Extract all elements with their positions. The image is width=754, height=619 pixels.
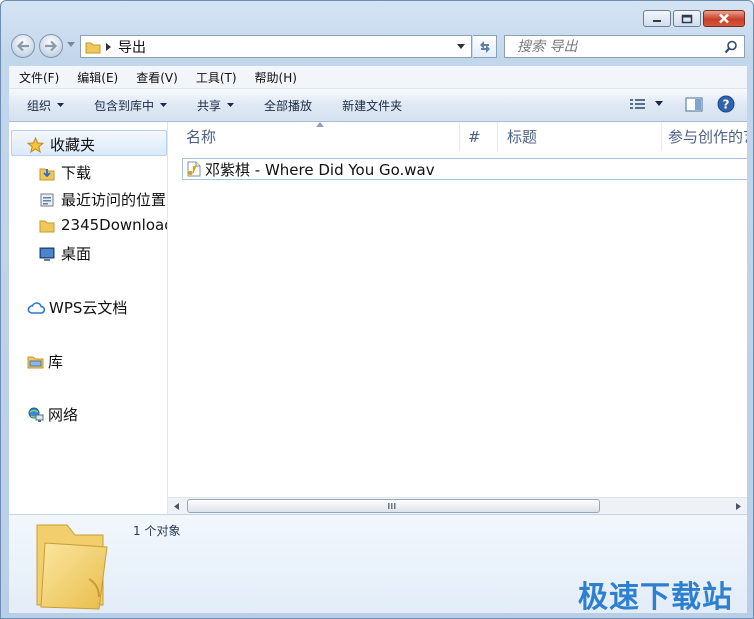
breadcrumb-current[interactable]: 导出	[118, 37, 146, 57]
nav-favorites[interactable]: 收藏夹	[27, 134, 95, 155]
scroll-right-icon[interactable]	[736, 503, 741, 510]
nav-network[interactable]: 网络	[27, 404, 78, 425]
chevron-down-icon	[57, 102, 65, 107]
nav-2345downloads[interactable]: 2345Downloads	[39, 216, 167, 234]
play-all-label: 全部播放	[264, 98, 313, 113]
new-folder-label: 新建文件夹	[342, 98, 403, 113]
organize-label: 组织	[27, 98, 52, 113]
star-icon	[27, 136, 44, 153]
nav-network-label: 网络	[48, 406, 79, 424]
search-box[interactable]	[504, 35, 745, 58]
file-name: 邓紫棋 - Where Did You Go.wav	[205, 160, 435, 179]
column-header-title[interactable]: 标题	[498, 122, 662, 151]
nav-desktop-label: 桌面	[61, 245, 92, 263]
column-header-number[interactable]: #	[460, 122, 498, 151]
network-icon	[28, 407, 44, 422]
column-header-name[interactable]: 名称	[168, 122, 460, 151]
nav-desktop[interactable]: 桌面	[39, 243, 91, 264]
folder-icon	[39, 220, 55, 233]
chevron-down-icon	[227, 102, 235, 107]
column-header-name-label: 名称	[186, 128, 217, 146]
search-icon[interactable]	[724, 40, 738, 54]
nav-favorites-label: 收藏夹	[50, 136, 96, 154]
nav-2345downloads-label: 2345Downloads	[61, 216, 167, 234]
play-all-button[interactable]: 全部播放	[264, 97, 312, 114]
explorer-window: 导出 文件(F) 编辑(E) 查看(V) 工具(T) 帮助(H) 组织 包含到库…	[0, 0, 754, 619]
cloud-icon	[27, 301, 45, 314]
new-folder-button[interactable]: 新建文件夹	[342, 97, 402, 114]
search-input[interactable]	[515, 37, 719, 56]
folder-icon	[85, 42, 101, 53]
arrow-right-icon	[45, 40, 58, 52]
item-count: 1 个对象	[133, 524, 181, 538]
nav-library[interactable]: 库	[27, 351, 63, 372]
menu-help[interactable]: 帮助(H)	[245, 69, 305, 86]
details-pane: 1 个对象 极速下载站	[9, 514, 747, 615]
minimize-icon	[653, 19, 661, 22]
menu-view[interactable]: 查看(V)	[126, 69, 186, 86]
view-options-dropdown-icon[interactable]	[655, 101, 663, 107]
scroll-left-icon[interactable]	[174, 503, 179, 510]
share-label: 共享	[197, 98, 222, 113]
menu-bar: 文件(F) 编辑(E) 查看(V) 工具(T) 帮助(H)	[9, 66, 747, 89]
address-bar[interactable]: 导出	[80, 35, 472, 58]
nav-wps-cloud[interactable]: WPS云文档	[27, 297, 127, 318]
desktop-icon	[39, 247, 55, 261]
nav-recent-places-label: 最近访问的位置	[61, 191, 167, 209]
recent-pages-dropdown-icon[interactable]	[67, 42, 75, 48]
menu-file[interactable]: 文件(F)	[9, 69, 67, 86]
command-bar: 组织 包含到库中 共享 全部播放 新建文件夹 ?	[9, 89, 747, 122]
maximize-icon	[681, 14, 693, 23]
chevron-down-icon	[160, 102, 168, 107]
breadcrumb-separator-icon[interactable]	[106, 42, 112, 51]
close-icon	[719, 13, 729, 24]
large-folder-icon	[36, 524, 108, 610]
horizontal-scrollbar[interactable]	[168, 497, 747, 514]
view-details-icon[interactable]	[629, 97, 647, 111]
nav-recent-places[interactable]: 最近访问的位置	[39, 189, 166, 210]
help-icon[interactable]: ?	[717, 95, 735, 113]
column-header-number-label: #	[468, 127, 481, 146]
library-icon	[27, 356, 44, 369]
nav-library-label: 库	[48, 353, 64, 371]
menu-tools[interactable]: 工具(T)	[186, 69, 245, 86]
refresh-icon	[479, 40, 490, 53]
caption-buttons	[643, 10, 745, 27]
forward-button[interactable]	[39, 34, 63, 58]
preview-pane-icon[interactable]	[685, 97, 703, 112]
organize-button[interactable]: 组织	[27, 97, 65, 114]
file-list-pane: 名称 # 标题 参与创作的艺术家 邓紫棋 - Where Did You Go.…	[168, 122, 747, 514]
menu-edit[interactable]: 编辑(E)	[67, 69, 126, 86]
column-header-title-label: 标题	[507, 128, 538, 146]
share-button[interactable]: 共享	[197, 97, 235, 114]
nav-wps-cloud-label: WPS云文档	[49, 299, 128, 317]
maximize-button[interactable]	[673, 10, 701, 27]
address-dropdown-icon[interactable]	[457, 44, 465, 50]
refresh-button[interactable]	[473, 35, 497, 58]
downloads-folder-icon	[39, 168, 55, 180]
include-in-library-label: 包含到库中	[94, 98, 155, 113]
nav-downloads[interactable]: 下载	[39, 162, 91, 183]
nav-downloads-label: 下载	[61, 164, 92, 182]
back-button[interactable]	[11, 34, 35, 58]
svg-text:?: ?	[723, 98, 730, 112]
column-header-contributing-artists-label: 参与创作的艺术家	[668, 128, 747, 146]
minimize-button[interactable]	[643, 10, 671, 27]
navigation-pane: 收藏夹 下载 最近访问的位置 2345Downloads 桌面 WPS云文档 库	[9, 122, 168, 514]
site-watermark: 极速下载站	[578, 580, 733, 615]
include-in-library-button[interactable]: 包含到库中	[94, 97, 168, 114]
view-controls: ?	[629, 95, 735, 113]
column-header-contributing-artists[interactable]: 参与创作的艺术家	[662, 122, 747, 151]
arrow-left-icon	[16, 40, 29, 52]
scrollbar-thumb[interactable]	[187, 499, 600, 513]
file-row[interactable]: 邓紫棋 - Where Did You Go.wav	[182, 158, 747, 180]
scroll-grip-icon	[388, 503, 396, 509]
close-button[interactable]	[703, 10, 745, 27]
audio-file-icon	[187, 161, 201, 177]
recent-places-icon	[40, 193, 54, 206]
